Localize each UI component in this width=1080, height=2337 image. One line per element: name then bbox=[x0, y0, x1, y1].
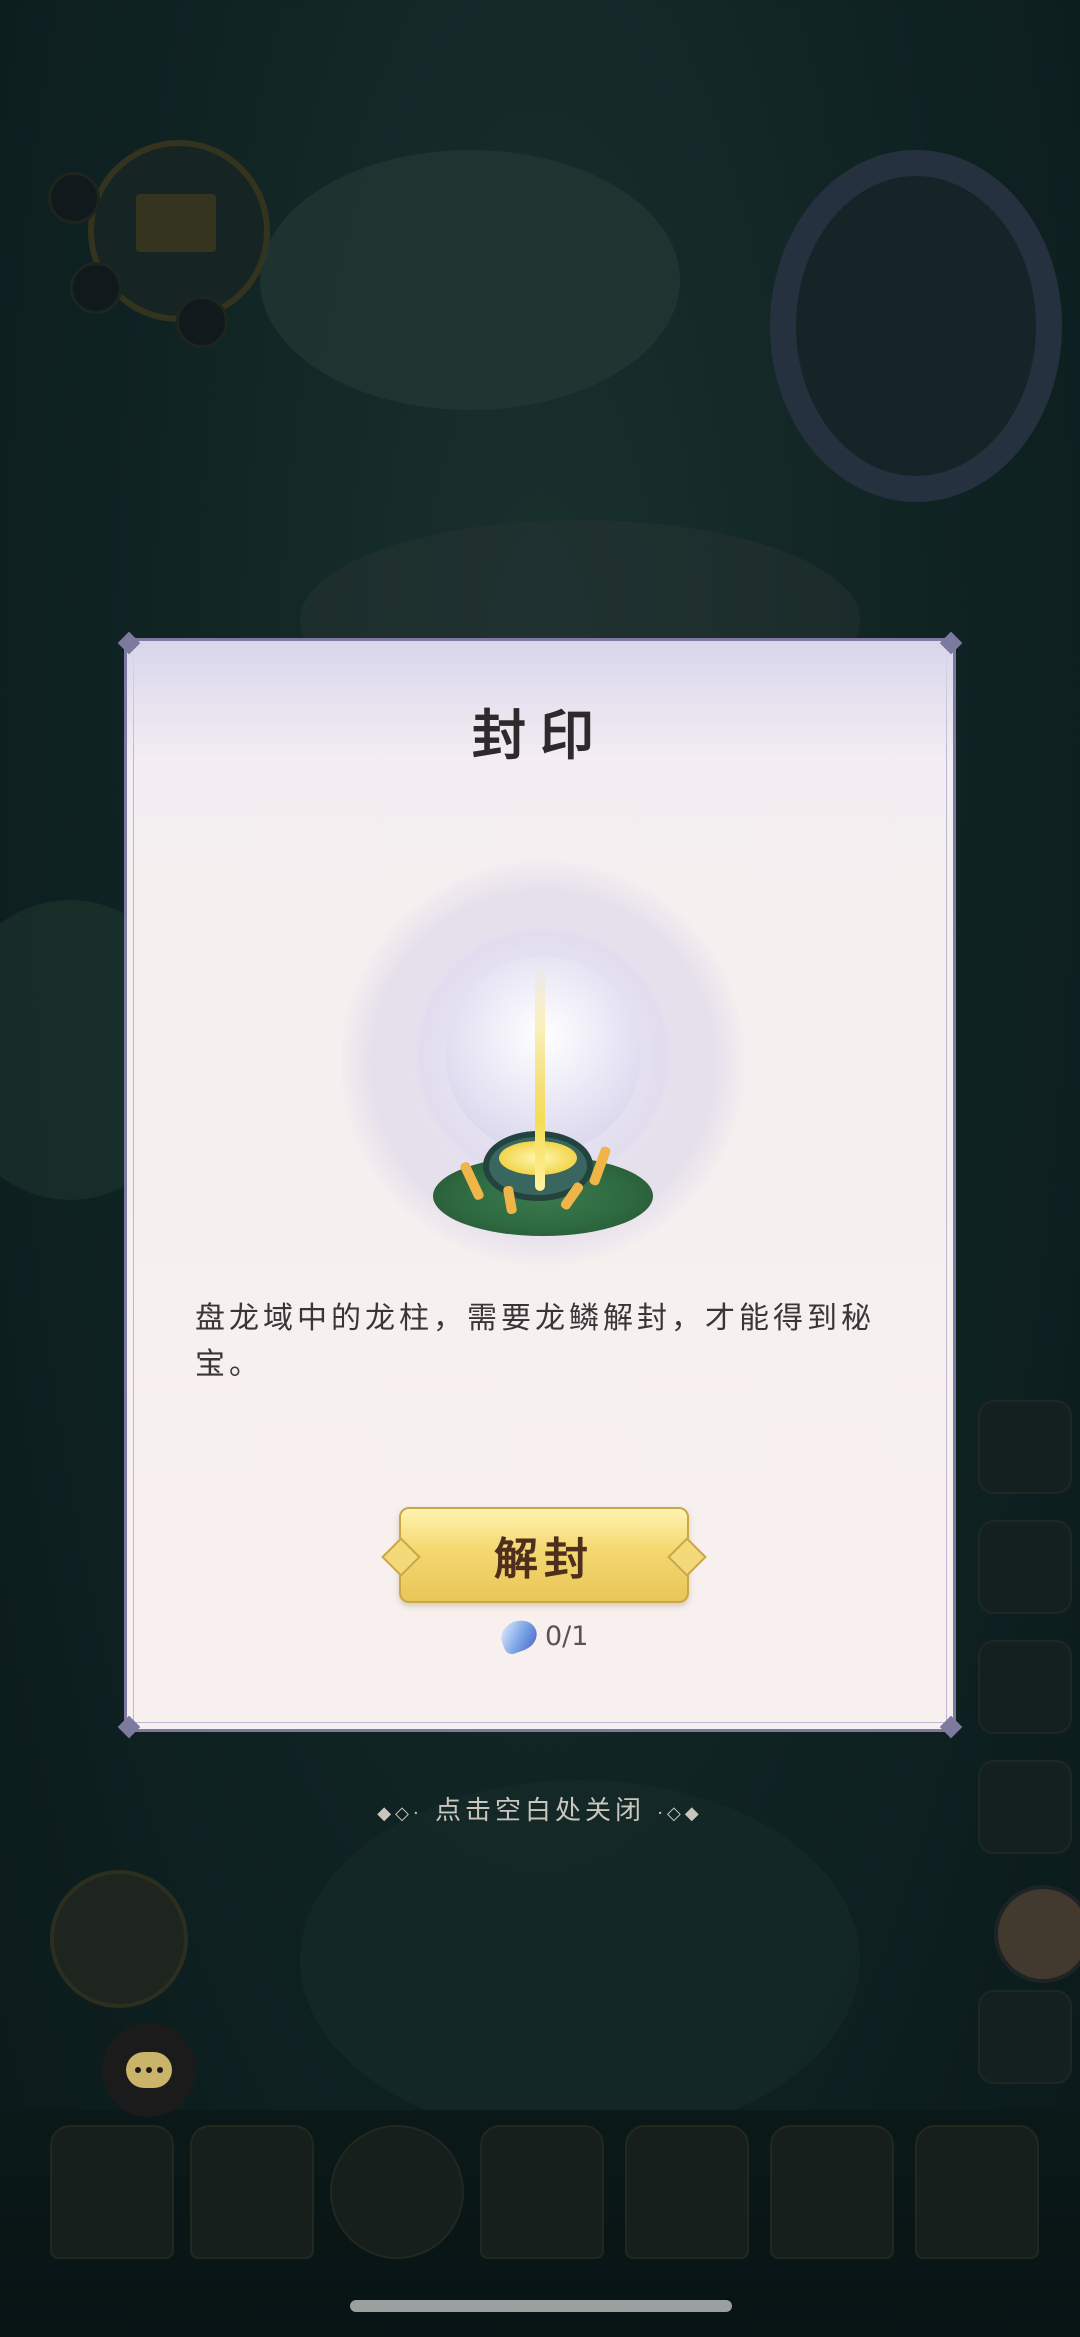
hint-ornament-right: ·◇◆ bbox=[657, 1803, 703, 1824]
unseal-button-label: 解封 bbox=[494, 1534, 594, 1585]
close-hint-text: 点击空白处关闭 bbox=[434, 1796, 645, 1826]
chat-icon bbox=[126, 2052, 172, 2088]
light-beam bbox=[535, 961, 545, 1191]
unseal-button[interactable]: 解封 bbox=[399, 1507, 689, 1603]
chat-button[interactable] bbox=[102, 2023, 196, 2117]
cost-count: 0/1 bbox=[545, 1620, 589, 1652]
seal-dialog: 封印 盘龙域中的龙柱，需要龙鳞解封，才能得到秘宝。 解封 0/1 bbox=[117, 631, 963, 1739]
hint-ornament-left: ◆◇· bbox=[377, 1803, 423, 1824]
unseal-cost: 0/1 bbox=[496, 1615, 589, 1657]
seal-description: 盘龙域中的龙柱，需要龙鳞解封，才能得到秘宝。 bbox=[195, 1301, 875, 1382]
home-indicator[interactable] bbox=[350, 2300, 732, 2312]
close-hint: ◆◇· 点击空白处关闭 ·◇◆ bbox=[0, 1790, 1080, 1827]
dragon-scale-icon bbox=[496, 1615, 542, 1657]
dialog-title: 封印 bbox=[472, 703, 608, 767]
